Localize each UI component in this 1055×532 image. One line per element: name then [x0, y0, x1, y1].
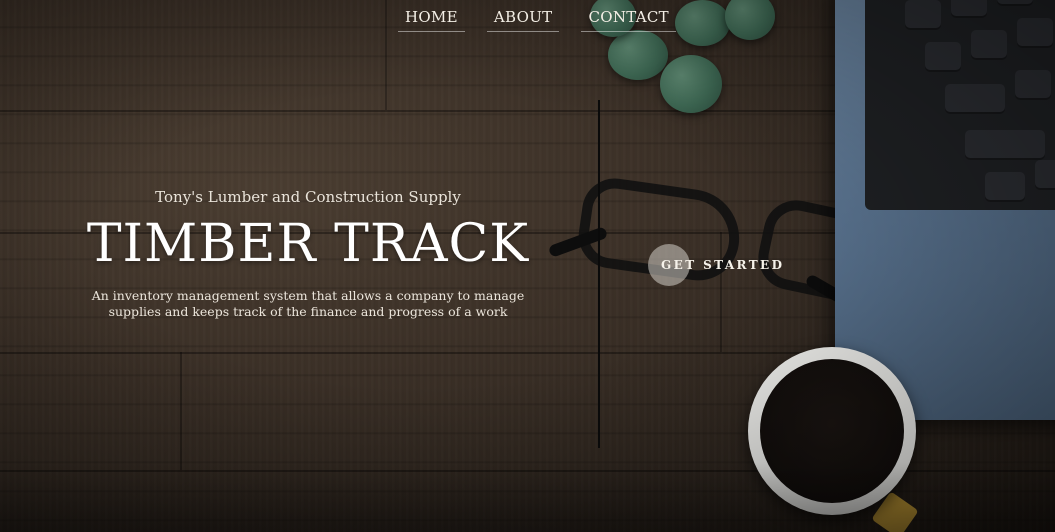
get-started-button[interactable]: GET STARTED [648, 244, 784, 286]
nav-link-about[interactable]: ABOUT [486, 8, 560, 32]
get-started-label: GET STARTED [661, 258, 785, 272]
hero-section: HOME ABOUT CONTACT Tony's Lumber and Con… [0, 0, 1055, 532]
page-title: TIMBER TRACK [86, 214, 530, 274]
nav-link-home[interactable]: HOME [398, 8, 465, 32]
vertical-divider [598, 100, 600, 448]
hero-text-block: Tony's Lumber and Construction Supply TI… [78, 188, 538, 320]
bottom-shade-overlay [0, 462, 1055, 532]
company-name: Tony's Lumber and Construction Supply [155, 188, 461, 206]
main-nav: HOME ABOUT CONTACT [398, 8, 676, 32]
nav-link-contact[interactable]: CONTACT [581, 8, 676, 32]
hero-description: An inventory management system that allo… [91, 288, 525, 319]
